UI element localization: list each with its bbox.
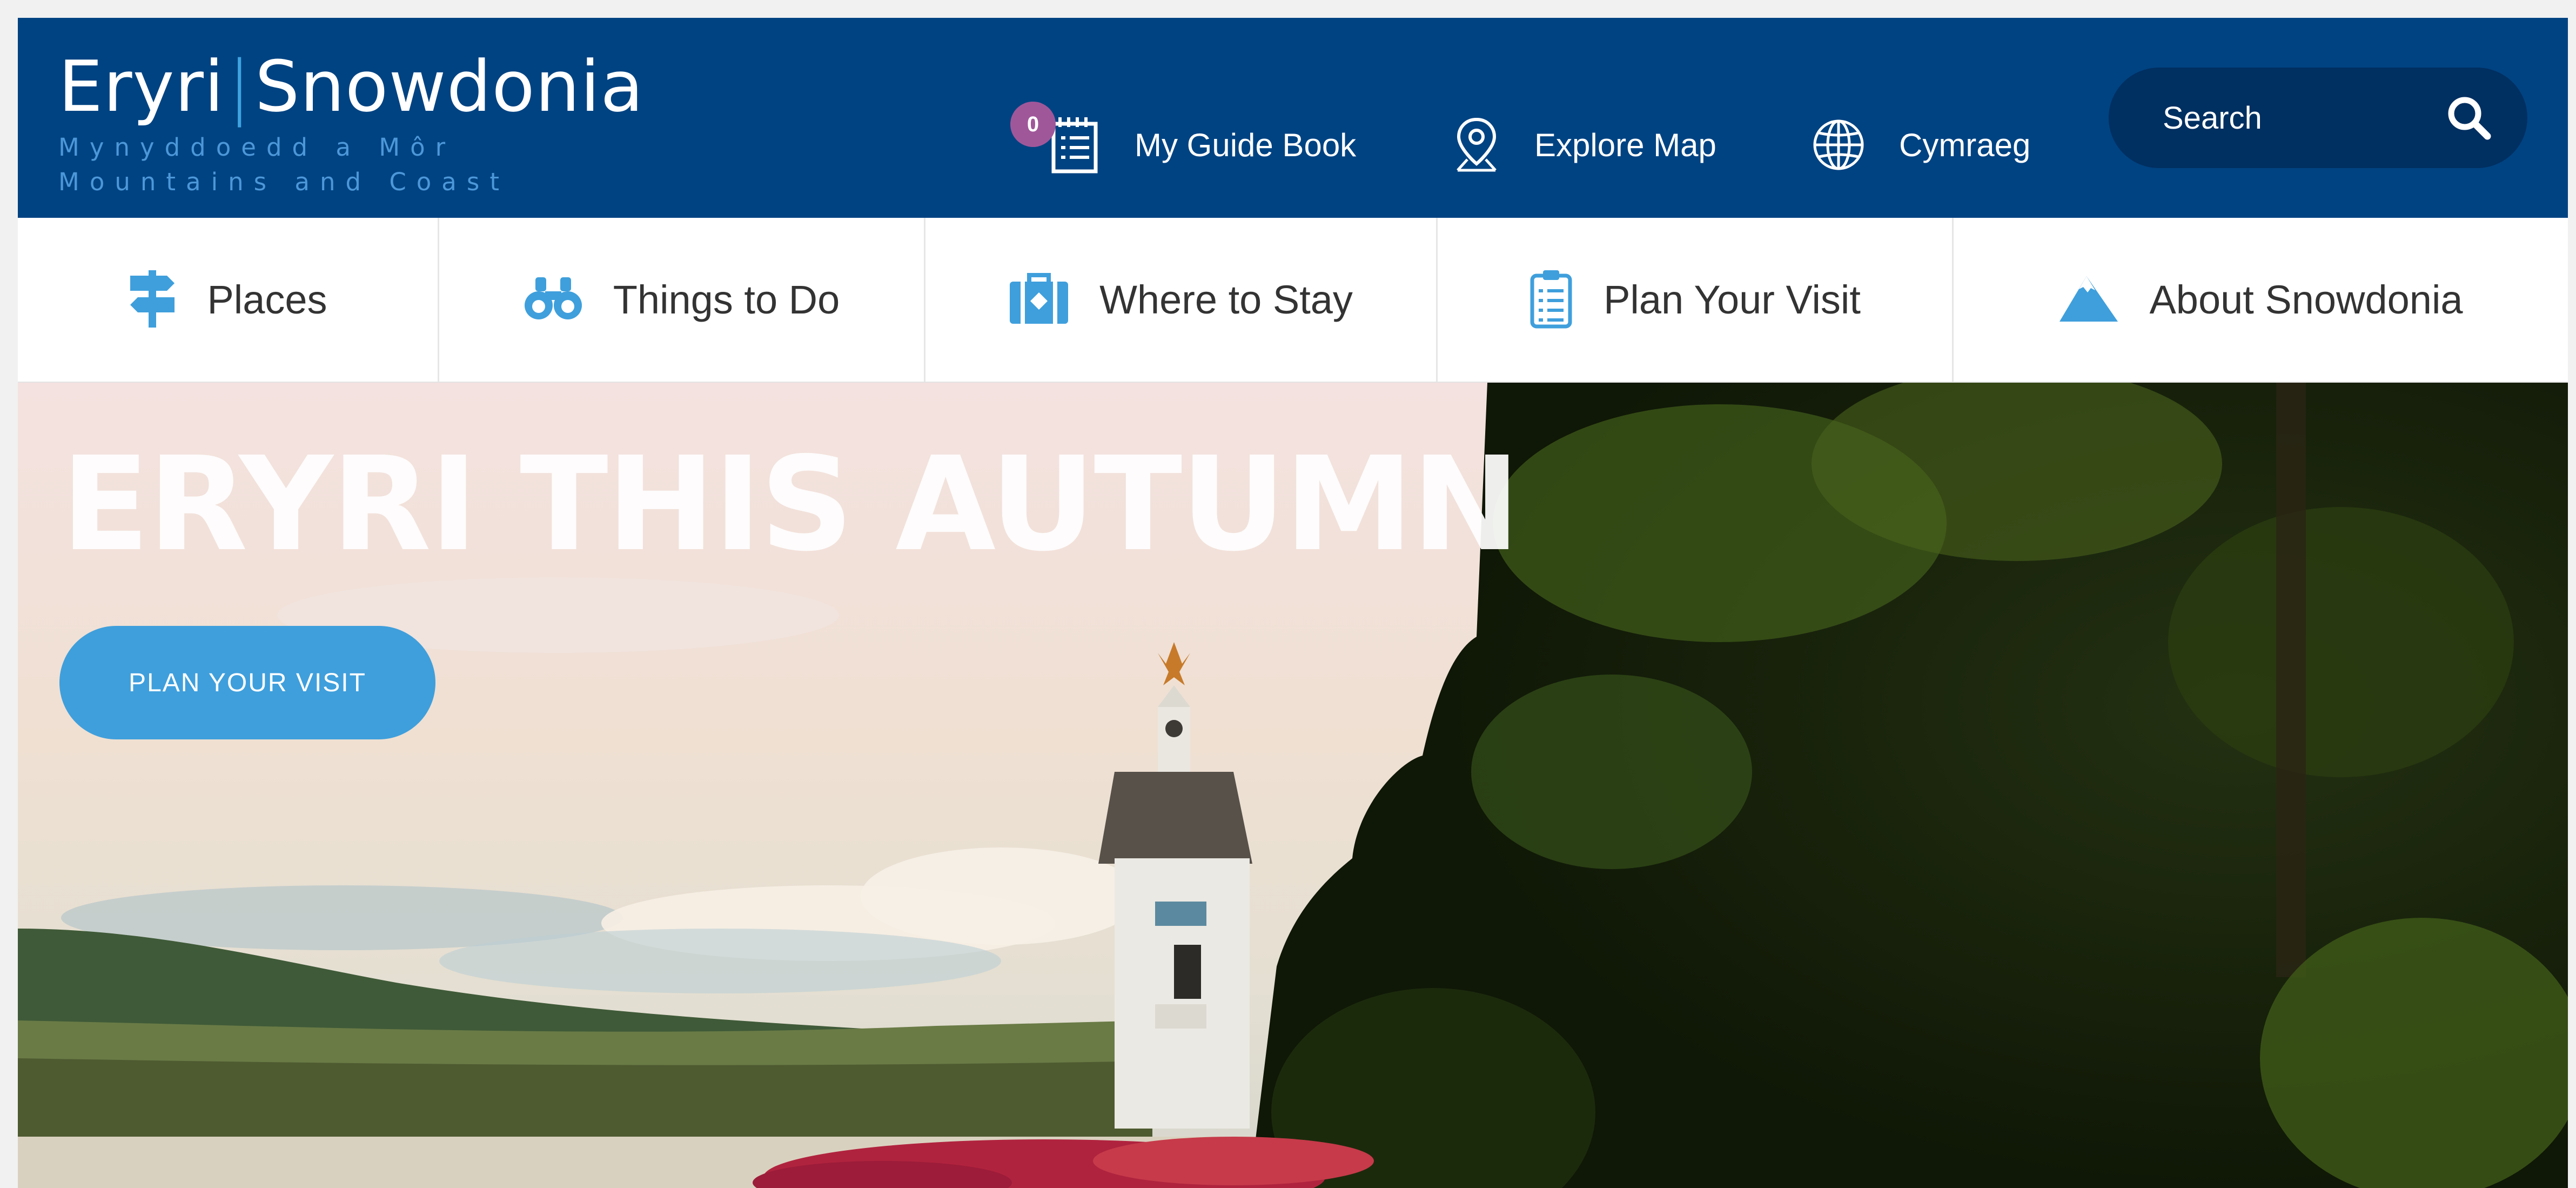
plan-your-visit-button[interactable]: PLAN YOUR VISIT	[59, 626, 435, 739]
nav-label-things-to-do: Things to Do	[613, 277, 840, 322]
globe-icon	[1812, 118, 1866, 172]
logo-title: Eryri|Snowdonia	[58, 46, 644, 127]
nav-item-places[interactable]: Places	[18, 218, 439, 382]
nav-item-things-to-do[interactable]: Things to Do	[439, 218, 925, 382]
search-button[interactable]	[2442, 91, 2496, 145]
nav-item-plan-your-visit[interactable]: Plan Your Visit	[1438, 218, 1954, 382]
guide-book-icon: 0	[1010, 102, 1101, 175]
map-pin-icon	[1452, 115, 1501, 175]
hero-banner: ERYRI THIS AUTUMN PLAN YOUR VISIT	[18, 383, 2568, 1188]
clipboard-icon	[1529, 268, 1573, 331]
logo-name-english: Snowdonia	[254, 45, 644, 128]
nav-label-where-to-stay: Where to Stay	[1099, 277, 1353, 322]
nav-label-places: Places	[207, 277, 327, 322]
logo-separator: |	[227, 45, 252, 128]
my-guide-book-link[interactable]: 0 My Guide Book	[1010, 102, 1357, 185]
mountain-icon	[2058, 274, 2119, 325]
guide-book-count-badge: 0	[1010, 102, 1056, 147]
search-icon	[2448, 97, 2491, 140]
signpost-icon	[128, 268, 177, 331]
suitcase-icon	[1009, 272, 1069, 328]
logo-tagline-welsh: Mynyddoedd a Môr	[58, 133, 456, 162]
site-header: Eryri|Snowdonia Mynyddoedd a Môr Mountai…	[18, 18, 2568, 218]
search-input[interactable]	[2163, 99, 2422, 136]
hero-title: ERYRI THIS AUTUMN	[61, 429, 1520, 580]
logo-tagline-english: Mountains and Coast	[58, 168, 509, 196]
search-box	[2109, 68, 2527, 168]
guide-book-label: My Guide Book	[1135, 126, 1357, 163]
main-navigation: Places Things to Do Where to Stay Plan Y…	[18, 218, 2568, 383]
nav-item-about-snowdonia[interactable]: About Snowdonia	[1954, 218, 2568, 382]
nav-label-about-snowdonia: About Snowdonia	[2149, 277, 2463, 322]
browser-viewport: Eryri|Snowdonia Mynyddoedd a Môr Mountai…	[18, 18, 2568, 1188]
explore-map-label: Explore Map	[1534, 126, 1716, 163]
nav-label-plan-your-visit: Plan Your Visit	[1604, 277, 1861, 322]
explore-map-link[interactable]: Explore Map	[1452, 104, 1716, 185]
site-logo[interactable]: Eryri|Snowdonia Mynyddoedd a Môr Mountai…	[58, 46, 644, 199]
language-label: Cymraeg	[1899, 126, 2031, 163]
logo-name-welsh: Eryri	[58, 45, 225, 128]
language-switch-link[interactable]: Cymraeg	[1812, 104, 2030, 185]
nav-item-where-to-stay[interactable]: Where to Stay	[925, 218, 1438, 382]
binoculars-icon	[524, 275, 583, 324]
